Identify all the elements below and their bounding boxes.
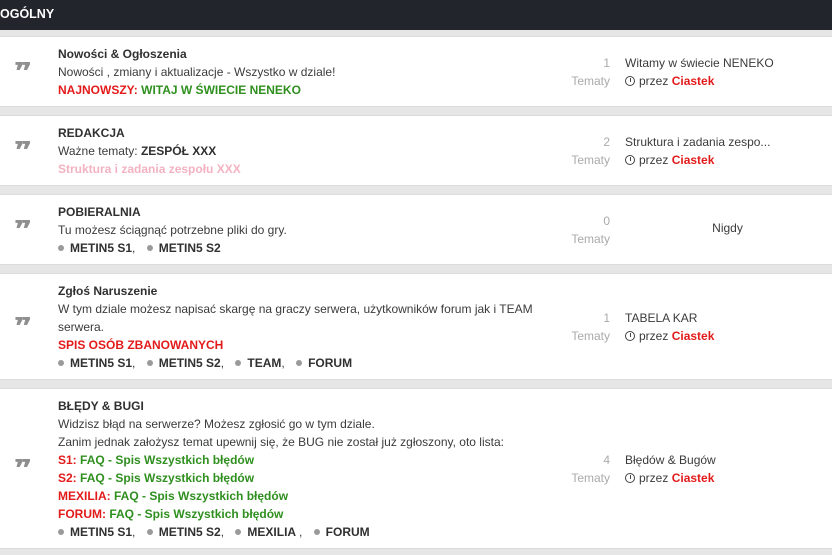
forum-description: Widzisz błąd na serwerze? Możesz zgłosić… [58,417,375,431]
list-prefix: S1: [58,453,77,467]
newest-topic-link[interactable]: WITAJ W ŚWIECIE NENEKO [141,83,301,97]
faq-link[interactable]: FAQ - Spis Wszystkich błędów [109,507,283,521]
last-post-author[interactable]: Ciastek [672,329,715,343]
last-post-title[interactable]: Witamy w świecie NENEKO [625,54,830,72]
topic-count-label: Tematy [571,329,610,343]
subforum-dot-icon [146,245,153,251]
subforum-link[interactable]: METIN5 S1, [58,239,135,257]
forum-description-label: Ważne tematy: [58,144,138,158]
forum-row: ❞ BŁĘDY & BUGI Widzisz błąd na serwerze?… [0,388,832,549]
category-header: OGÓLNY [0,0,832,30]
faq-link[interactable]: FAQ - Spis Wszystkich błędów [80,471,254,485]
forum-description: Tu możesz ściągnąć potrzebne pliki do gr… [58,223,287,237]
forum-description-cont: serwera. [58,320,105,334]
topic-stats: 1 Tematy [540,54,610,90]
banned-list-link[interactable]: SPIS OSÓB ZBANOWANYCH [58,338,223,352]
forum-row: ❞ REDAKCJA Ważne tematy: ZESPÓŁ XXX Stru… [0,115,832,186]
important-topic-link[interactable]: ZESPÓŁ XXX [141,144,216,158]
subforum-dot-icon [235,529,242,535]
forum-row: ❞ POBIERALNIA Tu możesz ściągnąć potrzeb… [0,194,832,265]
last-post-title[interactable]: Struktura i zadania zespo... [625,133,830,151]
forum-title[interactable]: REDAKCJA [58,126,125,140]
subforum-link[interactable]: TEAM, [235,354,285,372]
clock-icon [625,155,635,165]
subforum-dot-icon [313,529,320,535]
list-prefix: MEXILIA: [58,489,111,503]
newest-label: NAJNOWSZY: [58,83,138,97]
forum-title[interactable]: Zgłoś Naruszenie [58,284,157,298]
clock-icon [625,473,635,483]
quote-icon: ❞ [14,141,33,161]
last-post-never: Nigdy [712,221,743,235]
subforum-link[interactable]: MEXILIA , [235,523,302,541]
subforum-link[interactable]: FORUM [313,523,370,541]
forum-link[interactable]: Struktura i zadania zespołu XXX [58,162,241,176]
subforum-dot-icon [58,245,64,251]
faq-link[interactable]: FAQ - Spis Wszystkich błędów [114,489,288,503]
forum-title[interactable]: POBIERALNIA [58,205,141,219]
subforum-dot-icon [146,529,153,535]
subforum-link[interactable]: METIN5 S2 [146,239,221,257]
clock-icon [625,331,635,341]
topic-count-label: Tematy [571,232,610,246]
topic-count: 4 [603,453,610,467]
topic-stats: 0 Tematy [540,212,610,248]
last-post: Struktura i zadania zespo... przez Ciast… [625,133,830,169]
last-post: Błędów & Bugów przez Ciastek [625,451,830,487]
topic-count: 0 [603,214,610,228]
topic-stats: 2 Tematy [540,133,610,169]
topic-count-label: Tematy [571,153,610,167]
last-post-title[interactable]: Błędów & Bugów [625,451,830,469]
forum-description: W tym dziale możesz napisać skargę na gr… [58,302,533,316]
forum-description: Nowości , zmiany i aktualizacje - Wszyst… [58,65,336,79]
subforum-dot-icon [296,360,303,366]
topic-count: 1 [603,311,610,325]
topic-count-label: Tematy [571,74,610,88]
subforum-link[interactable]: METIN5 S2, [146,354,224,372]
topic-stats: 4 Tematy [540,451,610,487]
subforum-dot-icon [58,529,64,535]
last-post: TABELA KAR przez Ciastek [625,309,830,345]
last-post-author[interactable]: Ciastek [672,74,715,88]
forum-row: ❞ Nowości & Ogłoszenia Nowości , zmiany … [0,36,832,107]
list-prefix: S2: [58,471,77,485]
by-label: przez [639,329,669,343]
quote-icon: ❞ [14,459,33,479]
subforum-link[interactable]: METIN5 S2, [146,523,224,541]
faq-link[interactable]: FAQ - Spis Wszystkich błędów [80,453,254,467]
quote-icon: ❞ [14,62,33,82]
by-label: przez [639,471,669,485]
quote-icon: ❞ [14,220,33,240]
subforum-dot-icon [146,360,153,366]
topic-count-label: Tematy [571,471,610,485]
last-post-author[interactable]: Ciastek [672,153,715,167]
clock-icon [625,76,635,86]
forum-title[interactable]: Nowości & Ogłoszenia [58,47,187,61]
forum-title[interactable]: BŁĘDY & BUGI [58,399,144,413]
subforum-link[interactable]: FORUM [296,354,352,372]
topic-count: 1 [603,56,610,70]
forum-row: ❞ Zgłoś Naruszenie W tym dziale możesz n… [0,273,832,380]
subforum-link[interactable]: METIN5 S1, [58,523,135,541]
subforum-dot-icon [58,360,64,366]
topic-stats: 1 Tematy [540,309,610,345]
subforum-link[interactable]: METIN5 S1, [58,354,135,372]
category-title[interactable]: OGÓLNY [0,7,54,21]
list-prefix: FORUM: [58,507,106,521]
quote-icon: ❞ [14,317,33,337]
last-post-author[interactable]: Ciastek [672,471,715,485]
forum-description-cont: Zanim jednak założysz temat upewnij się,… [58,435,504,449]
subforum-dot-icon [235,360,242,366]
topic-count: 2 [603,135,610,149]
last-post-title[interactable]: TABELA KAR [625,309,830,327]
by-label: przez [639,74,669,88]
last-post: Witamy w świecie NENEKO przez Ciastek [625,54,830,90]
by-label: przez [639,153,669,167]
